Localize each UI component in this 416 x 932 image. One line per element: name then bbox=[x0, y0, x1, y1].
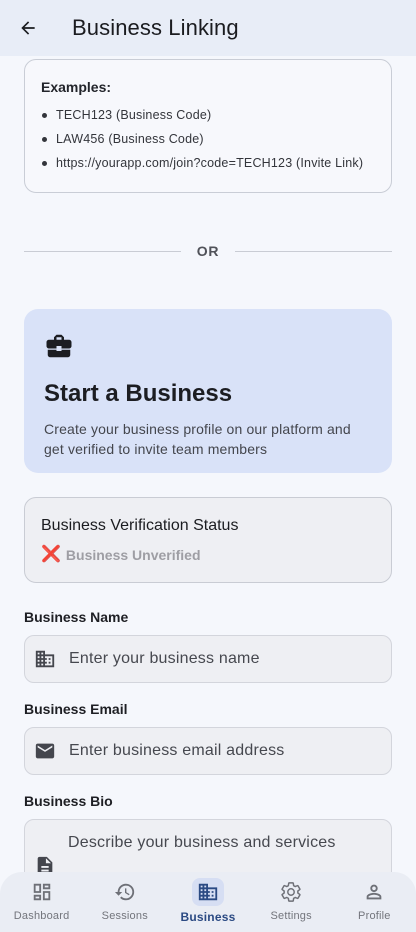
business-bio-field[interactable]: Describe your business and services bbox=[24, 819, 392, 872]
verification-status-card: Business Verification Status ❌ Business … bbox=[24, 497, 392, 583]
nav-label: Business bbox=[180, 910, 236, 924]
domain-icon bbox=[33, 647, 57, 671]
bullet-icon bbox=[42, 136, 47, 142]
settings-icon bbox=[275, 878, 307, 906]
nav-item-settings[interactable]: Settings bbox=[250, 872, 333, 932]
example-text: LAW456 (Business Code) bbox=[56, 132, 204, 146]
bullet-icon bbox=[42, 112, 47, 118]
bottom-navigation: Dashboard Sessions Business Settings Pro… bbox=[0, 872, 416, 932]
cross-mark-icon: ❌ bbox=[41, 546, 61, 563]
description-icon bbox=[33, 854, 57, 872]
verification-title: Business Verification Status bbox=[41, 517, 239, 534]
start-business-card[interactable]: Start a Business Create your business pr… bbox=[24, 309, 392, 473]
example-text: TECH123 (Business Code) bbox=[56, 108, 212, 122]
business-email-label: Business Email bbox=[24, 701, 128, 717]
history-icon bbox=[109, 878, 141, 906]
examples-list: TECH123 (Business Code) LAW456 (Business… bbox=[41, 103, 375, 175]
divider-text: OR bbox=[196, 243, 220, 259]
examples-card: Examples: TECH123 (Business Code) LAW456… bbox=[24, 59, 392, 193]
or-divider: OR bbox=[24, 240, 393, 262]
business-email-field[interactable] bbox=[24, 727, 392, 775]
bullet-icon bbox=[42, 160, 47, 166]
dashboard-icon bbox=[26, 878, 58, 906]
briefcase-icon bbox=[46, 334, 72, 358]
business-bio-placeholder[interactable]: Describe your business and services bbox=[68, 834, 358, 852]
list-item: TECH123 (Business Code) bbox=[41, 103, 375, 127]
list-item: https://yourapp.com/join?code=TECH123 (I… bbox=[41, 151, 375, 175]
nav-label: Dashboard bbox=[13, 910, 70, 922]
nav-item-profile[interactable]: Profile bbox=[333, 872, 416, 932]
nav-item-dashboard[interactable]: Dashboard bbox=[0, 872, 83, 932]
business-name-input[interactable] bbox=[69, 650, 359, 668]
back-button[interactable] bbox=[0, 0, 56, 56]
app-bar: Business Linking bbox=[0, 0, 416, 56]
business-name-field[interactable] bbox=[24, 635, 392, 683]
examples-title: Examples: bbox=[41, 79, 112, 95]
list-item: LAW456 (Business Code) bbox=[41, 127, 375, 151]
verification-status-text: Business Unverified bbox=[65, 547, 201, 563]
main-content[interactable]: Examples: TECH123 (Business Code) LAW456… bbox=[0, 56, 416, 872]
divider-line bbox=[235, 250, 393, 252]
person-icon bbox=[358, 878, 390, 906]
business-icon bbox=[191, 878, 224, 906]
start-business-title: Start a Business bbox=[44, 380, 233, 407]
business-email-input[interactable] bbox=[69, 742, 359, 760]
nav-item-business[interactable]: Business bbox=[166, 872, 249, 932]
nav-label: Sessions bbox=[101, 910, 148, 922]
nav-item-sessions[interactable]: Sessions bbox=[83, 872, 166, 932]
business-name-label: Business Name bbox=[24, 609, 129, 625]
nav-label: Settings bbox=[270, 910, 312, 922]
start-business-description: Create your business profile on our plat… bbox=[44, 421, 351, 457]
nav-label: Profile bbox=[358, 910, 391, 922]
page-title: Business Linking bbox=[72, 15, 239, 40]
divider-line bbox=[24, 250, 181, 252]
business-bio-label: Business Bio bbox=[24, 793, 113, 809]
arrow-back-icon bbox=[21, 21, 35, 35]
verification-status: ❌ Business Unverified bbox=[41, 546, 375, 564]
example-text: https://yourapp.com/join?code=TECH123 (I… bbox=[56, 156, 364, 170]
email-icon bbox=[33, 739, 57, 763]
